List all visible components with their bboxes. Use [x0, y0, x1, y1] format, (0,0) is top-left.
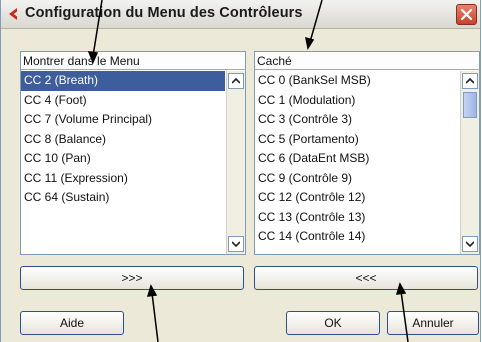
- shown-in-menu-list[interactable]: CC 2 (Breath) CC 4 (Foot) CC 7 (Volume P…: [21, 71, 225, 254]
- scroll-thumb[interactable]: [463, 92, 477, 118]
- controller-menu-dialog: Configuration du Menu des Contrôleurs Mo…: [0, 0, 481, 342]
- list-item[interactable]: CC 4 (Foot): [21, 91, 225, 111]
- chevron-up-icon: [466, 78, 474, 84]
- hidden-list[interactable]: CC 0 (BankSel MSB) CC 1 (Modulation) CC …: [255, 71, 459, 254]
- scroll-up-button[interactable]: [462, 73, 478, 89]
- chevron-up-icon: [232, 78, 240, 84]
- list-item[interactable]: CC 5 (Portamento): [255, 130, 459, 150]
- list-item[interactable]: CC 14 (Contrôle 14): [255, 227, 459, 247]
- list-item[interactable]: CC 12 (Contrôle 12): [255, 188, 459, 208]
- help-button[interactable]: Aide: [20, 311, 124, 335]
- list-item[interactable]: CC 6 (DataEnt MSB): [255, 149, 459, 169]
- list-item[interactable]: CC 8 (Balance): [21, 130, 225, 150]
- list-item[interactable]: CC 1 (Modulation): [255, 91, 459, 111]
- hidden-list-scrollbar[interactable]: [460, 71, 479, 254]
- ok-button[interactable]: OK: [286, 311, 380, 335]
- list-item[interactable]: CC 3 (Contrôle 3): [255, 110, 459, 130]
- scroll-down-button[interactable]: [228, 236, 244, 252]
- list-item[interactable]: CC 64 (Sustain): [21, 188, 225, 208]
- chevron-down-icon: [466, 241, 474, 247]
- chevron-down-icon: [232, 241, 240, 247]
- close-button[interactable]: [456, 4, 477, 25]
- move-to-hidden-button[interactable]: >>>: [20, 266, 244, 290]
- shown-in-menu-header: Montrer dans le Menu: [21, 52, 245, 70]
- title-bar[interactable]: Configuration du Menu des Contrôleurs: [1, 0, 480, 29]
- close-icon: [460, 8, 473, 21]
- dialog-title: Configuration du Menu des Contrôleurs: [25, 5, 303, 21]
- list-item[interactable]: CC 10 (Pan): [21, 149, 225, 169]
- list-item[interactable]: CC 2 (Breath): [21, 71, 225, 91]
- shown-in-menu-panel: Montrer dans le Menu CC 2 (Breath) CC 4 …: [20, 51, 246, 255]
- list-item[interactable]: CC 13 (Contrôle 13): [255, 208, 459, 228]
- list-item[interactable]: CC 0 (BankSel MSB): [255, 71, 459, 91]
- list-item[interactable]: CC 11 (Expression): [21, 169, 225, 189]
- scroll-down-button[interactable]: [462, 236, 478, 252]
- scroll-up-button[interactable]: [228, 73, 244, 89]
- cancel-button[interactable]: Annuler: [387, 311, 479, 335]
- list-item[interactable]: CC 9 (Contrôle 9): [255, 169, 459, 189]
- list-item[interactable]: CC 7 (Volume Principal): [21, 110, 225, 130]
- hidden-panel: Caché CC 0 (BankSel MSB) CC 1 (Modulatio…: [254, 51, 480, 255]
- cubase-logo-icon: [9, 8, 17, 20]
- shown-list-scrollbar[interactable]: [226, 71, 245, 254]
- hidden-header: Caché: [255, 52, 479, 70]
- move-to-menu-button[interactable]: <<<: [254, 266, 478, 290]
